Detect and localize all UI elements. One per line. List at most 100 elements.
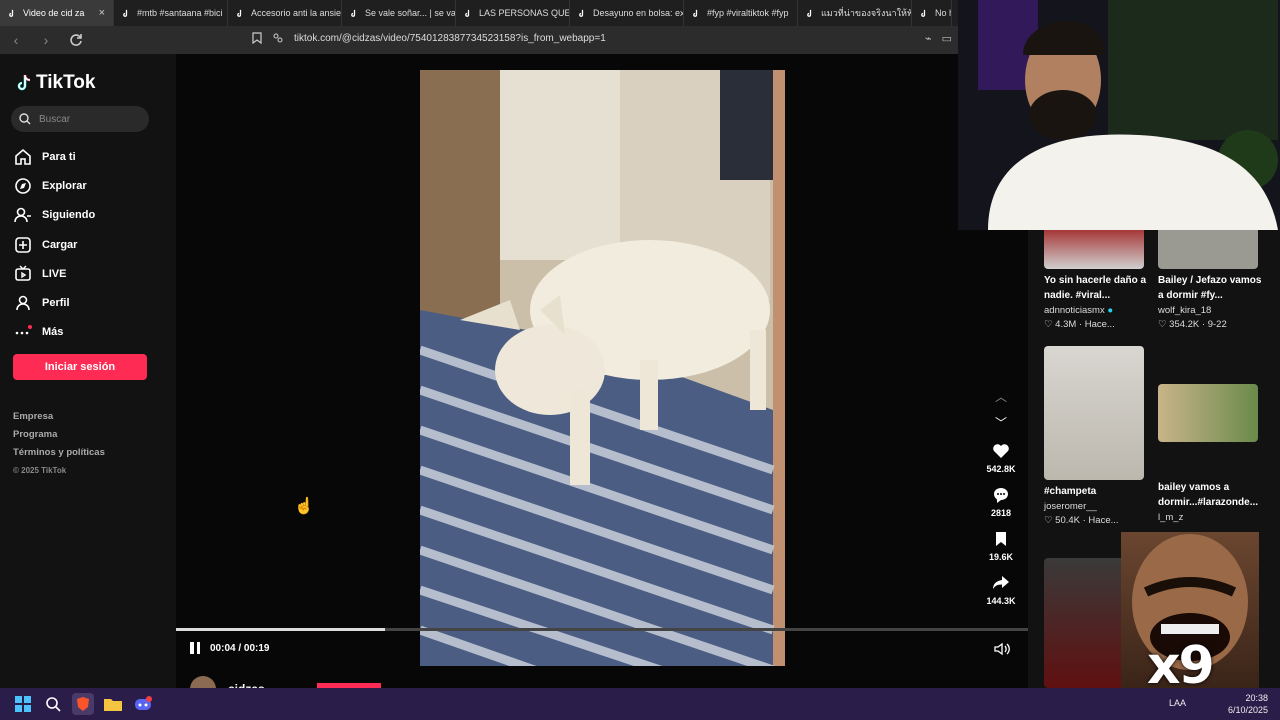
- tiktok-favicon-icon: [579, 9, 584, 17]
- video-author: joseromer__: [1044, 501, 1097, 512]
- video-frame-image: [420, 70, 785, 666]
- sidebar-item-explorar[interactable]: Explorar: [14, 171, 95, 200]
- webcam-overlay: [958, 0, 1280, 230]
- close-tab-icon[interactable]: ×: [99, 7, 105, 19]
- site-info-icon[interactable]: [272, 32, 284, 44]
- browser-tab[interactable]: Desayuno en bolsa: ex: [570, 0, 684, 26]
- tab-label: Desayuno en bolsa: ex: [593, 8, 684, 18]
- tiktok-favicon-icon: [807, 9, 812, 17]
- playback-controls: 00:04 / 00:19: [190, 642, 270, 654]
- tab-label: #mtb #santaana #bici: [137, 8, 223, 18]
- browser-tab[interactable]: No ha: [912, 0, 952, 26]
- tab-label: LAS PERSONAS QUE C: [479, 8, 570, 18]
- video-thumbnail: [1044, 346, 1144, 480]
- video-author: wolf_kira_18: [1158, 305, 1212, 316]
- related-video-card[interactable]: Yo sin hacerle daño a nadie. #viral... a…: [1044, 224, 1154, 330]
- video-area: ︿ ﹀ 542.8K 2818 19.6K 144.3K 00:04 / 00:…: [176, 54, 1028, 702]
- meme-text: x9: [1147, 636, 1215, 688]
- browser-tab[interactable]: Se vale soñar... | se vale: [342, 0, 456, 26]
- video-title: Yo sin hacerle daño a nadie. #viral...: [1044, 275, 1147, 301]
- address-bar: ‹ › tiktok.com/@cidzas/video/75401283877…: [0, 26, 958, 54]
- more-icon: [15, 325, 32, 335]
- bookmark-icon[interactable]: [252, 32, 262, 44]
- sidebar: TikTok Buscar Para ti Explorar Siguiendo…: [0, 54, 176, 688]
- comment-icon: [994, 488, 1008, 503]
- comment-button[interactable]: 2818: [991, 486, 1011, 530]
- live-icon: [15, 265, 31, 281]
- video-player[interactable]: [420, 70, 785, 666]
- browser-tab[interactable]: #mtb #santaana #bici: [114, 0, 228, 26]
- video-author: l_m_z: [1158, 512, 1184, 523]
- sidebar-item-cargar[interactable]: Cargar: [14, 230, 95, 259]
- clock-date: 6/10/2025: [1227, 705, 1268, 715]
- progress-bar[interactable]: [176, 628, 1028, 631]
- login-button[interactable]: Iniciar sesión: [13, 354, 147, 380]
- upload-icon: [15, 236, 31, 253]
- profile-icon: [16, 295, 30, 311]
- clock-time: 20:38: [1245, 693, 1268, 703]
- brave-browser-icon[interactable]: [72, 693, 94, 715]
- previous-video-icon[interactable]: ︿: [994, 388, 1008, 404]
- tab-label: แมวที่น่าของจริงนาให้ฟัง: [821, 8, 912, 18]
- video-stats: ♡ 4.3M · Hace...: [1044, 319, 1115, 330]
- footer-link-empresa[interactable]: Empresa: [13, 408, 105, 426]
- search-icon[interactable]: [42, 693, 64, 715]
- reload-icon[interactable]: [68, 32, 84, 48]
- file-explorer-icon[interactable]: [102, 693, 124, 715]
- discord-icon[interactable]: [132, 693, 154, 715]
- browser-tab[interactable]: LAS PERSONAS QUE C: [456, 0, 570, 26]
- sidebar-item-siguiendo[interactable]: Siguiendo: [14, 201, 95, 230]
- footer-link-terminos[interactable]: Términos y políticas: [13, 444, 105, 462]
- back-icon[interactable]: ‹: [8, 32, 24, 48]
- browser-tab[interactable]: Accesorio anti la ansie: [228, 0, 342, 26]
- tiktok-favicon-icon: [921, 9, 926, 17]
- related-video-card[interactable]: bailey vamos a dormir...#larazonde... l_…: [1158, 384, 1268, 523]
- sidebar-item-mas[interactable]: Más: [14, 318, 95, 347]
- share-count: 144.3K: [986, 596, 1016, 606]
- video-thumbnail: [1158, 224, 1258, 269]
- system-clock[interactable]: 20:38 6/10/2025: [1228, 692, 1268, 716]
- video-thumbnail: [1044, 224, 1144, 269]
- sidebar-item-label: Para ti: [42, 150, 76, 163]
- browser-tab[interactable]: แมวที่น่าของจริงนาให้ฟัง: [798, 0, 912, 26]
- time-display: 00:04 / 00:19: [210, 642, 270, 654]
- save-button[interactable]: 19.6K: [989, 530, 1013, 574]
- footer-link-programa[interactable]: Programa: [13, 426, 105, 444]
- brand-name: TikTok: [36, 72, 96, 93]
- sidebar-item-live[interactable]: LIVE: [14, 259, 95, 288]
- search-input[interactable]: Buscar: [11, 106, 149, 132]
- sidebar-item-perfil[interactable]: Perfil: [14, 288, 95, 317]
- volume-icon[interactable]: [994, 642, 1010, 656]
- sidebar-item-label: Siguiendo: [42, 209, 96, 222]
- meme-overlay: x9: [1121, 532, 1259, 688]
- search-placeholder: Buscar: [39, 113, 71, 125]
- tiktok-icon: [17, 74, 31, 91]
- taskbar: LAA 20:38 6/10/2025: [0, 688, 1280, 720]
- sidebar-item-label: Explorar: [42, 179, 87, 192]
- tiktok-favicon-icon: [123, 9, 128, 17]
- language-indicator[interactable]: LAA: [1169, 698, 1186, 708]
- compass-icon: [15, 178, 31, 194]
- heart-icon: [993, 444, 1009, 458]
- video-stats: ♡ 354.2K · 9-22: [1158, 319, 1227, 330]
- next-video-icon[interactable]: ﹀: [994, 414, 1008, 430]
- related-video-card[interactable]: Bailey / Jefazo vamos a dormir #fy... wo…: [1158, 224, 1268, 330]
- forward-icon[interactable]: ›: [38, 32, 54, 48]
- browser-tab[interactable]: Video de cid za ×: [0, 0, 114, 26]
- tab-label: Se vale soñar... | se vale: [365, 8, 456, 18]
- browser-tab[interactable]: #fyp #viraltiktok #fyp: [684, 0, 798, 26]
- share-button[interactable]: 144.3K: [986, 574, 1016, 618]
- cast-icon[interactable]: ⌁: [925, 32, 932, 45]
- tiktok-logo[interactable]: TikTok: [16, 72, 95, 94]
- windows-start-icon[interactable]: [12, 693, 34, 715]
- url-input[interactable]: tiktok.com/@cidzas/video/754012838773452…: [294, 33, 606, 44]
- video-title: bailey vamos a dormir...#larazonde...: [1158, 482, 1259, 508]
- related-video-card[interactable]: #champeta joseromer__ ♡ 50.4K · Hace...: [1044, 346, 1154, 526]
- like-button[interactable]: 542.8K: [986, 442, 1016, 486]
- sidebar-item-para-ti[interactable]: Para ti: [14, 142, 95, 171]
- action-bar: 542.8K 2818 19.6K 144.3K: [984, 442, 1018, 618]
- reader-mode-icon[interactable]: ▭: [942, 32, 952, 45]
- pause-icon[interactable]: [190, 642, 202, 654]
- sidebar-item-label: Perfil: [42, 297, 70, 310]
- share-icon: [993, 576, 1009, 589]
